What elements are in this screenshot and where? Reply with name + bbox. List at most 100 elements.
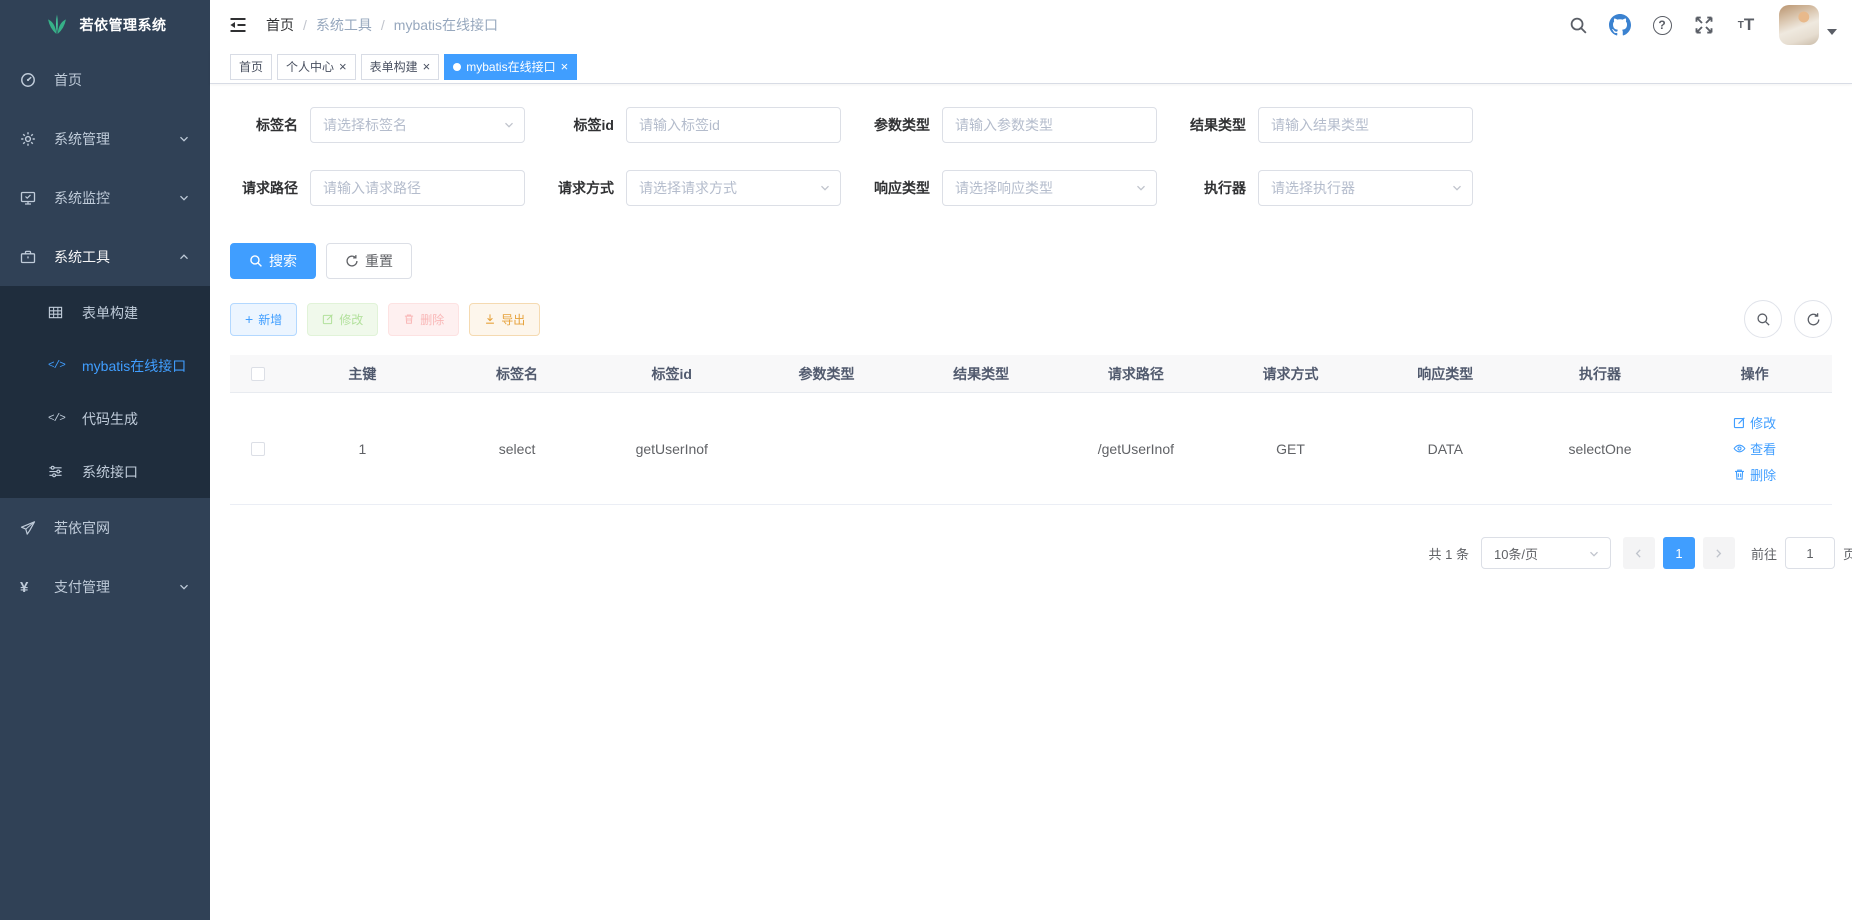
select-all-cell xyxy=(230,367,285,381)
goto-unit-label: 页 xyxy=(1843,544,1852,563)
field-label: 执行器 xyxy=(1178,178,1246,198)
toolbar-right-actions xyxy=(1744,300,1832,338)
goto-page-input[interactable] xyxy=(1785,537,1835,569)
font-size-icon[interactable]: TT xyxy=(1729,8,1763,42)
sidebar-item-label: mybatis在线接口 xyxy=(82,356,186,376)
sidebar-item-system-tools[interactable]: 系统工具 xyxy=(0,227,210,286)
export-button-label: 导出 xyxy=(501,311,525,328)
sidebar-item-system-monitor[interactable]: 系统监控 xyxy=(0,168,210,227)
table-grid-icon xyxy=(48,305,66,320)
avatar[interactable] xyxy=(1779,5,1819,45)
row-view-link[interactable]: 查看 xyxy=(1733,439,1776,458)
page-size-value: 10条/页 xyxy=(1494,544,1538,563)
breadcrumb-separator: / xyxy=(381,17,385,33)
search-button[interactable]: 搜索 xyxy=(230,243,316,279)
close-icon[interactable]: × xyxy=(423,60,431,73)
sidebar-item-label: 系统监控 xyxy=(54,188,178,208)
field-label: 结果类型 xyxy=(1178,115,1246,135)
sidebar-item-label: 系统接口 xyxy=(82,462,138,482)
tab-mybatis-api[interactable]: mybatis在线接口 × xyxy=(444,54,577,80)
tab-profile[interactable]: 个人中心 × xyxy=(277,54,356,80)
page-size-select[interactable]: 10条/页 xyxy=(1481,537,1611,569)
table-header: 主键 标签名 标签id 参数类型 结果类型 请求路径 请求方式 响应类型 执行器… xyxy=(230,355,1832,393)
fullscreen-icon[interactable] xyxy=(1687,8,1721,42)
breadcrumb-home-link[interactable]: 首页 xyxy=(266,15,294,35)
chevron-down-icon xyxy=(178,192,190,204)
close-icon[interactable]: × xyxy=(561,60,569,73)
filter-request-path: 请求路径 xyxy=(230,170,546,206)
github-icon[interactable] xyxy=(1603,8,1637,42)
result-type-input[interactable] xyxy=(1258,107,1473,143)
cell-tag-id: getUserInof xyxy=(594,441,749,457)
col-header: 执行器 xyxy=(1523,364,1678,384)
yen-icon: ¥ xyxy=(20,579,36,595)
tag-name-select[interactable] xyxy=(310,107,525,143)
response-type-select[interactable] xyxy=(942,170,1157,206)
filter-row-1: 标签名 标签id 参数类型 xyxy=(230,107,1832,143)
refresh-icon xyxy=(1806,312,1821,327)
filter-row-2: 请求路径 请求方式 响应类型 xyxy=(230,170,1832,206)
tag-id-input[interactable] xyxy=(626,107,841,143)
pagination-total: 共 1 条 xyxy=(1429,544,1469,563)
col-header: 主键 xyxy=(285,364,440,384)
col-header: 标签id xyxy=(594,364,749,384)
chevron-down-icon xyxy=(178,133,190,145)
close-icon[interactable]: × xyxy=(339,60,347,73)
export-button[interactable]: 导出 xyxy=(469,303,540,336)
header-search-icon[interactable] xyxy=(1561,8,1595,42)
sidebar-item-official-site[interactable]: 若依官网 xyxy=(0,498,210,557)
prev-page-button[interactable] xyxy=(1623,537,1655,569)
data-table: 主键 标签名 标签id 参数类型 结果类型 请求路径 请求方式 响应类型 执行器… xyxy=(230,355,1832,505)
delete-button[interactable]: 删除 xyxy=(388,303,459,336)
sidebar-item-payment-manage[interactable]: ¥ 支付管理 xyxy=(0,557,210,616)
filter-tag-id: 标签id xyxy=(546,107,862,143)
tab-home[interactable]: 首页 xyxy=(230,54,272,80)
sidebar-item-mybatis-api[interactable]: </> mybatis在线接口 xyxy=(0,339,210,392)
sidebar-item-system-manage[interactable]: 系统管理 xyxy=(0,109,210,168)
plus-icon: + xyxy=(245,311,253,327)
gear-icon xyxy=(20,131,36,147)
table-toolbar: + 新增 修改 删除 导出 xyxy=(230,300,1832,338)
row-checkbox[interactable] xyxy=(251,442,265,456)
show-search-toggle-button[interactable] xyxy=(1744,300,1782,338)
tab-form-build[interactable]: 表单构建 × xyxy=(361,54,440,80)
sidebar-item-system-api[interactable]: 系统接口 xyxy=(0,445,210,498)
refresh-table-button[interactable] xyxy=(1794,300,1832,338)
next-page-button[interactable] xyxy=(1703,537,1735,569)
page-number-1[interactable]: 1 xyxy=(1663,537,1695,569)
row-select-cell xyxy=(230,442,285,456)
select-all-checkbox[interactable] xyxy=(251,367,265,381)
add-button[interactable]: + 新增 xyxy=(230,303,297,336)
user-menu[interactable] xyxy=(1779,5,1837,45)
executor-select[interactable] xyxy=(1258,170,1473,206)
help-icon[interactable]: ? xyxy=(1645,8,1679,42)
sidebar-item-label: 支付管理 xyxy=(54,577,178,597)
request-method-select[interactable] xyxy=(626,170,841,206)
sidebar-item-home[interactable]: 首页 xyxy=(0,50,210,109)
sidebar-fold-icon[interactable] xyxy=(228,15,248,35)
page-content: 标签名 标签id 参数类型 xyxy=(210,84,1852,920)
filter-response-type: 响应类型 xyxy=(862,170,1178,206)
search-icon xyxy=(249,254,263,268)
row-delete-link[interactable]: 删除 xyxy=(1733,465,1776,484)
search-button-row: 搜索 重置 xyxy=(230,243,1832,279)
sliders-icon xyxy=(48,464,66,479)
reset-button[interactable]: 重置 xyxy=(326,243,412,279)
edit-button[interactable]: 修改 xyxy=(307,303,378,336)
pagination: 共 1 条 10条/页 1 前往 页 xyxy=(230,537,1852,569)
trash-icon xyxy=(403,313,415,325)
sidebar-submenu-tools: 表单构建 </> mybatis在线接口 </> 代码生成 系统接口 xyxy=(0,286,210,498)
sidebar-item-form-build[interactable]: 表单构建 xyxy=(0,286,210,339)
param-type-input[interactable] xyxy=(942,107,1157,143)
request-path-input[interactable] xyxy=(310,170,525,206)
row-edit-link[interactable]: 修改 xyxy=(1733,413,1776,432)
row-view-label: 查看 xyxy=(1750,439,1776,458)
search-button-label: 搜索 xyxy=(269,251,297,271)
goto-label: 前往 xyxy=(1751,544,1777,563)
reset-button-label: 重置 xyxy=(365,251,393,271)
monitor-icon xyxy=(20,190,36,206)
cell-tag-name: select xyxy=(440,441,595,457)
sidebar-item-code-gen[interactable]: </> 代码生成 xyxy=(0,392,210,445)
logo[interactable]: 若依管理系统 xyxy=(0,0,210,50)
toolbox-icon xyxy=(20,249,36,265)
